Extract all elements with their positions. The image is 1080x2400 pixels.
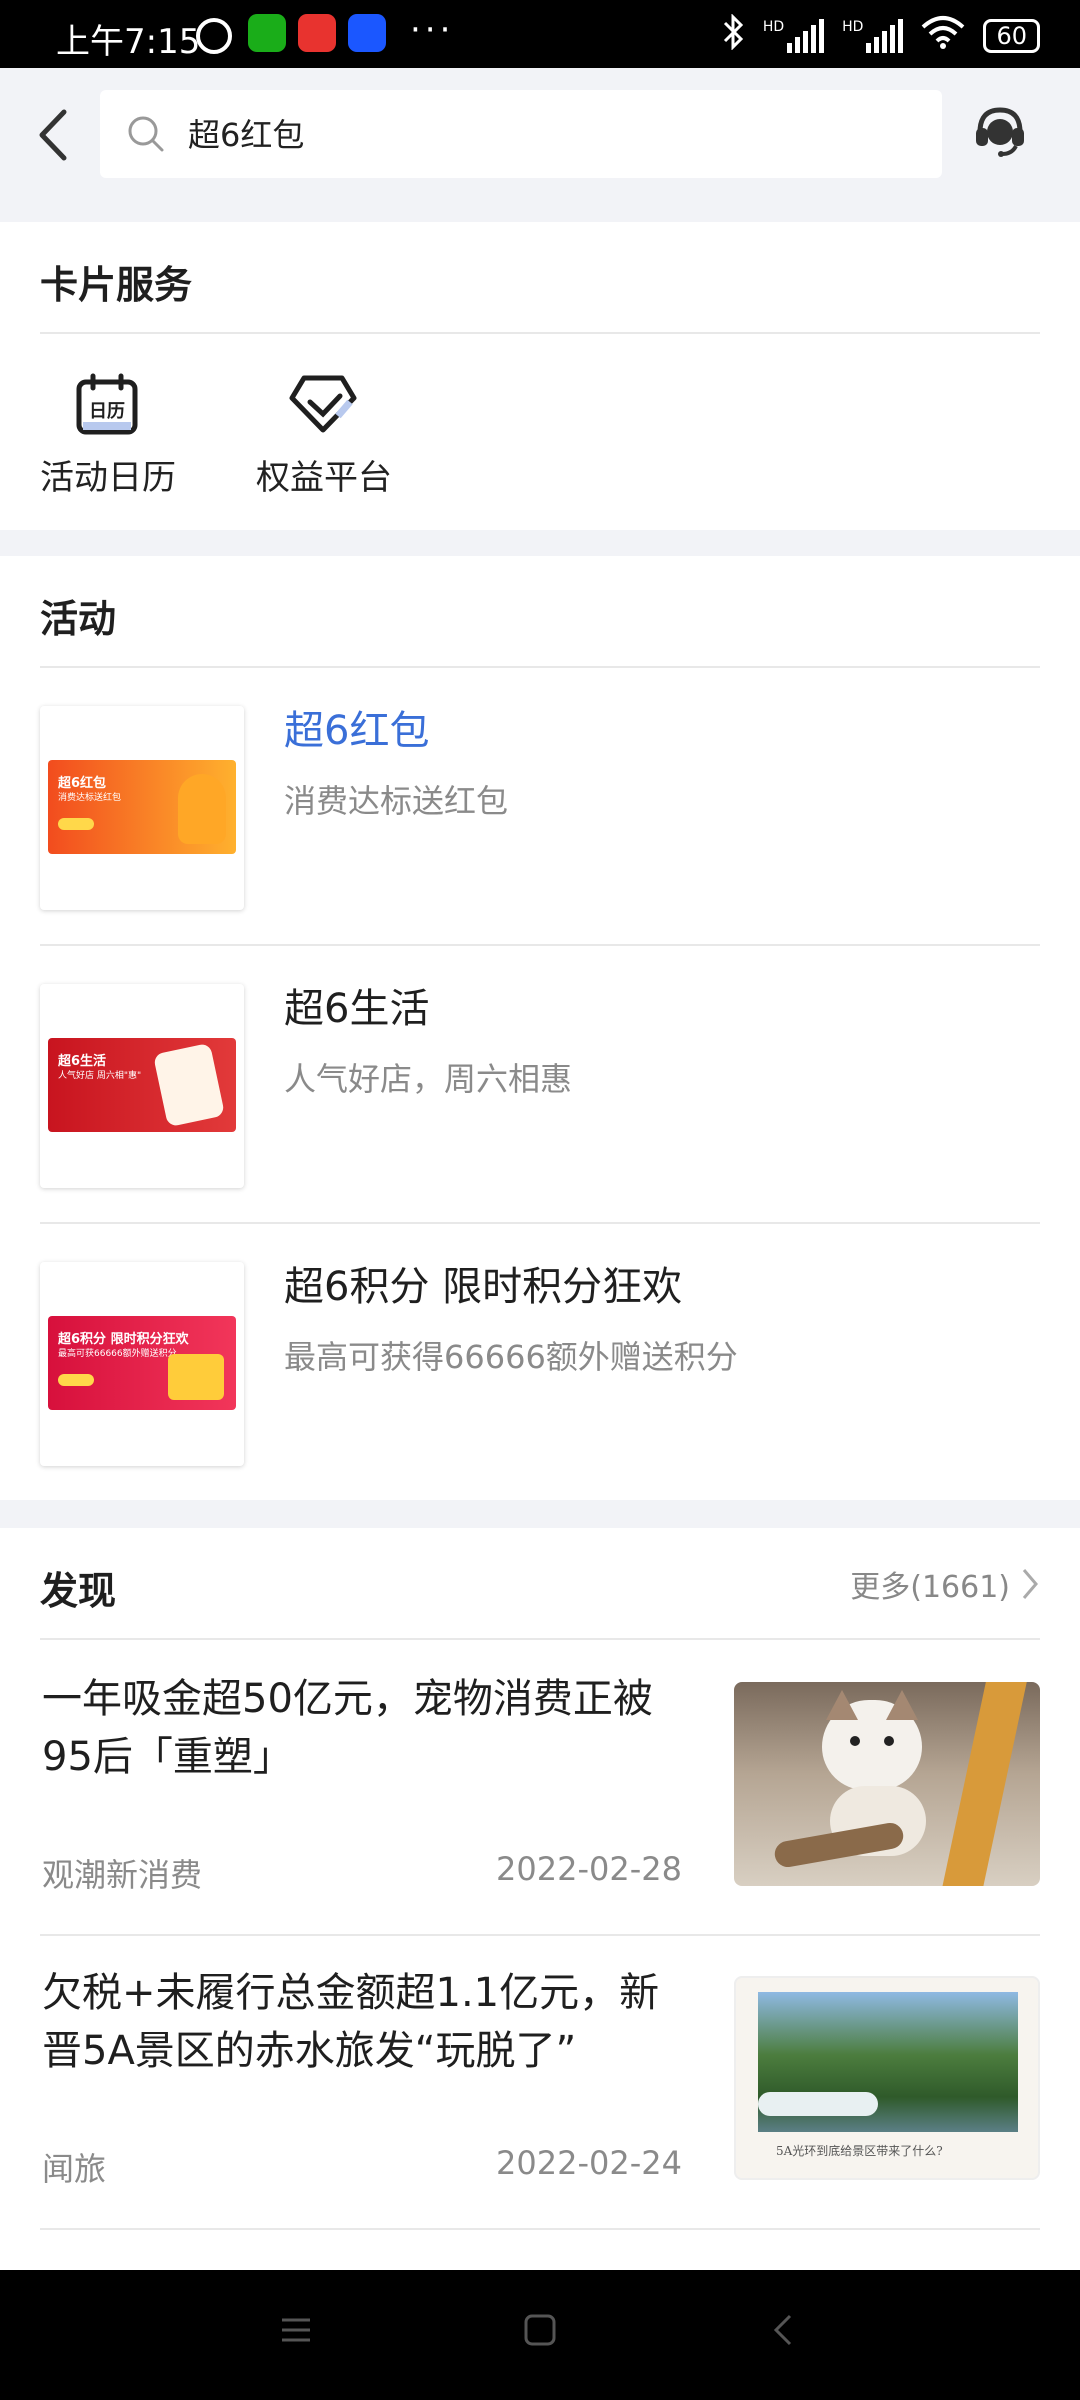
points-banner: 超6积分 限时积分狂欢 最高可获66666额外赠送积分 bbox=[48, 1316, 236, 1410]
activity-subtitle: 消费达标送红包 bbox=[284, 782, 509, 820]
life-banner: 超6生活 人气好店 周六相"惠" bbox=[48, 1038, 236, 1132]
divider bbox=[40, 944, 1040, 946]
wifi-icon bbox=[921, 15, 965, 56]
search-input[interactable]: 超6红包 bbox=[100, 90, 942, 178]
more-label: 更多(1661) bbox=[850, 1570, 1010, 1605]
search-query: 超6红包 bbox=[188, 116, 305, 154]
activity-subtitle: 人气好店，周六相惠 bbox=[284, 1060, 573, 1098]
cat-image bbox=[734, 1682, 1040, 1886]
back-button[interactable] bbox=[34, 104, 74, 166]
more-notifications-icon: ··· bbox=[410, 10, 455, 50]
news-title: 欠税+未履行总金额超1.1亿元，新晋5A景区的赤水旅发“玩脱了” bbox=[42, 1970, 660, 2074]
card-service-section: 卡片服务 日历 活动日历 权益平台 bbox=[0, 222, 1080, 530]
activity-title: 超6积分 限时积分狂欢 bbox=[284, 1264, 683, 1310]
banner-subtitle: 消费达标送红包 bbox=[58, 793, 122, 803]
scenic-image: 5A光环到底给景区带来了什么? bbox=[734, 1976, 1040, 2180]
gift-box-icon bbox=[152, 1042, 226, 1128]
status-bar: 上午7:15 ··· HD HD 60 bbox=[0, 0, 1080, 68]
banner-button bbox=[58, 1374, 94, 1386]
activity-thumbnail: 超6积分 限时积分狂欢 最高可获66666额外赠送积分 bbox=[40, 1262, 244, 1466]
app-notification-icon bbox=[298, 14, 336, 52]
section-title: 卡片服务 bbox=[40, 263, 193, 307]
back-icon bbox=[773, 2314, 792, 2346]
divider bbox=[40, 2228, 1040, 2230]
banner-title: 超6红包 bbox=[58, 776, 107, 791]
activity-subtitle: 最高可获得66666额外赠送积分 bbox=[284, 1338, 738, 1376]
divider bbox=[40, 1638, 1040, 1640]
activity-title: 超6红包 bbox=[284, 708, 430, 754]
battery-indicator: 60 bbox=[983, 18, 1040, 53]
divider bbox=[40, 1934, 1040, 1936]
service-label: 活动日历 bbox=[40, 458, 176, 498]
service-label: 权益平台 bbox=[256, 458, 392, 498]
home-button[interactable] bbox=[520, 2310, 560, 2354]
menu-icon bbox=[282, 2318, 310, 2342]
news-source: 闻旅 bbox=[42, 2150, 107, 2188]
calendar-icon: 日历 bbox=[76, 373, 138, 435]
divider bbox=[40, 1222, 1040, 1224]
alarm-icon bbox=[196, 18, 232, 54]
nav-back-button[interactable] bbox=[764, 2310, 804, 2354]
headset-icon bbox=[976, 107, 1024, 157]
banner-title: 超6积分 限时积分狂欢 bbox=[58, 1332, 189, 1347]
cat-eye bbox=[850, 1736, 860, 1746]
signal-icon-1: HD bbox=[763, 18, 825, 53]
news-date: 2022-02-28 bbox=[496, 1850, 682, 1888]
banner-title: 超6生活 bbox=[58, 1054, 107, 1069]
home-icon bbox=[524, 2314, 556, 2346]
more-link[interactable]: 更多(1661) bbox=[850, 1562, 1040, 1606]
status-time: 上午7:15 bbox=[56, 22, 201, 62]
activity-calendar-button[interactable]: 日历 活动日历 bbox=[40, 372, 176, 499]
divider bbox=[40, 332, 1040, 334]
scenic-photo bbox=[758, 1992, 1018, 2132]
search-header: 超6红包 bbox=[0, 68, 1080, 220]
signal-icon-2: HD bbox=[842, 18, 904, 53]
diamond-check-icon bbox=[289, 375, 357, 433]
section-title: 活动 bbox=[40, 597, 117, 641]
chair-leg bbox=[940, 1682, 1028, 1886]
status-icons: HD HD 60 bbox=[723, 13, 1040, 57]
news-title: 一年吸金超50亿元，宠物消费正被95后「重塑」 bbox=[42, 1676, 653, 1780]
activities-section: 活动 超6红包 消费达标送红包 超6红包 消费达标送红包 超6生活 人气好店 周… bbox=[0, 556, 1080, 1500]
banner-subtitle: 最高可获66666额外赠送积分 bbox=[58, 1349, 177, 1359]
activity-title: 超6生活 bbox=[284, 986, 430, 1032]
bluetooth-icon bbox=[723, 13, 745, 57]
search-icon bbox=[126, 114, 166, 154]
cat-ear bbox=[826, 1690, 858, 1720]
discover-section: 发现 更多(1661) 一年吸金超50亿元，宠物消费正被95后「重塑」 观潮新消… bbox=[0, 1528, 1080, 2270]
cat-eye bbox=[884, 1736, 894, 1746]
news-date: 2022-02-24 bbox=[496, 2144, 682, 2182]
banner-subtitle: 人气好店 周六相"惠" bbox=[58, 1071, 142, 1081]
activity-thumbnail: 超6红包 消费达标送红包 bbox=[40, 706, 244, 910]
red-packet-banner: 超6红包 消费达标送红包 bbox=[48, 760, 236, 854]
customer-service-button[interactable] bbox=[972, 102, 1028, 158]
system-nav-bar bbox=[0, 2270, 1080, 2400]
news-source: 观潮新消费 bbox=[42, 1856, 203, 1894]
banner-button bbox=[58, 818, 94, 830]
tiger-mascot-icon bbox=[178, 774, 226, 844]
car-app-icon bbox=[348, 14, 386, 52]
calendar-icon-text: 日历 bbox=[89, 401, 125, 422]
wechat-icon bbox=[248, 14, 286, 52]
section-title: 发现 bbox=[40, 1569, 117, 1613]
cat-ear bbox=[886, 1690, 918, 1720]
treasure-icon bbox=[168, 1354, 224, 1400]
activity-thumbnail: 超6生活 人气好店 周六相"惠" bbox=[40, 984, 244, 1188]
image-caption: 5A光环到底给景区带来了什么? bbox=[776, 2144, 943, 2158]
chevron-left-icon bbox=[39, 109, 67, 161]
divider bbox=[40, 666, 1040, 668]
waterfall bbox=[758, 2092, 878, 2116]
chevron-right-icon bbox=[1022, 1569, 1038, 1599]
rights-platform-button[interactable]: 权益平台 bbox=[256, 372, 392, 499]
menu-button[interactable] bbox=[276, 2310, 316, 2354]
